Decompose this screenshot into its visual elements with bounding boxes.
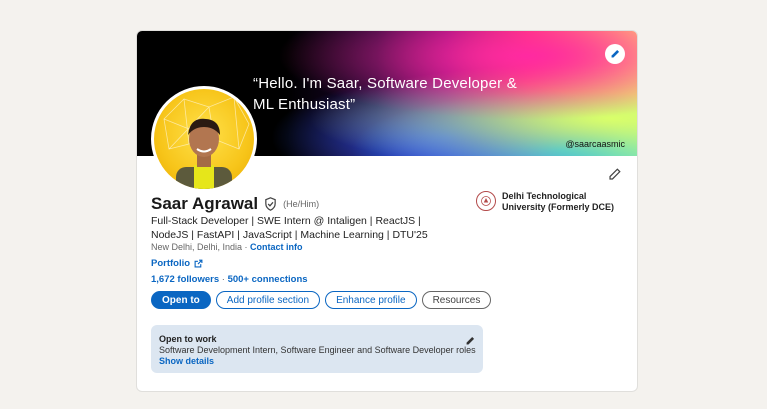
avatar[interactable] <box>151 86 257 192</box>
enhance-profile-button[interactable]: Enhance profile <box>325 291 417 309</box>
connections-link[interactable]: 500+ connections <box>228 274 308 285</box>
education-link[interactable]: Delhi Technological University (Formerly… <box>476 191 632 213</box>
seal-icon <box>481 196 491 206</box>
open-to-button[interactable]: Open to <box>151 291 211 309</box>
location-separator: · <box>242 242 251 252</box>
resources-button[interactable]: Resources <box>421 291 492 309</box>
shield-check-icon[interactable] <box>264 197 277 211</box>
portfolio-link[interactable]: Portfolio <box>151 258 203 269</box>
edit-profile-button[interactable] <box>608 168 621 186</box>
edit-open-to-work-button[interactable] <box>465 333 475 351</box>
profile-actions: Open to Add profile section Enhance prof… <box>151 291 492 309</box>
portfolio-label: Portfolio <box>151 258 191 269</box>
open-to-work-card[interactable]: Open to work Software Development Intern… <box>151 325 483 373</box>
location-text: New Delhi, Delhi, India <box>151 242 243 252</box>
add-profile-section-button[interactable]: Add profile section <box>215 291 321 309</box>
contact-info-link[interactable]: Contact info <box>250 242 303 252</box>
pencil-icon <box>609 168 621 180</box>
location-row: New Delhi, Delhi, India · Contact info <box>151 242 303 252</box>
pronouns: (He/Him) <box>283 199 320 209</box>
external-link-icon <box>194 259 203 268</box>
university-logo-icon <box>476 191 496 211</box>
profile-headline: Full-Stack Developer | SWE Intern @ Inta… <box>151 215 428 241</box>
name-row: Saar Agrawal (He/Him) <box>151 194 319 214</box>
open-to-work-roles: Software Development Intern, Software En… <box>159 345 476 355</box>
edit-banner-button[interactable] <box>605 44 625 64</box>
pencil-icon <box>466 336 475 345</box>
profile-name: Saar Agrawal <box>151 194 259 213</box>
pencil-icon <box>611 49 620 58</box>
profile-photo <box>163 96 250 189</box>
show-details-link[interactable]: Show details <box>159 356 214 366</box>
network-stats: 1,672 followers · 500+ connections <box>151 274 308 285</box>
banner-handle: @saarcaasmic <box>565 139 625 149</box>
banner-quote: “Hello. I'm Saar, Software Developer & M… <box>253 75 517 113</box>
stats-separator: · <box>219 274 228 285</box>
profile-card: “Hello. I'm Saar, Software Developer & M… <box>136 30 638 392</box>
open-to-work-title: Open to work <box>159 334 217 344</box>
school-name: Delhi Technological University (Formerly… <box>502 191 615 212</box>
followers-link[interactable]: 1,672 followers <box>151 274 219 285</box>
